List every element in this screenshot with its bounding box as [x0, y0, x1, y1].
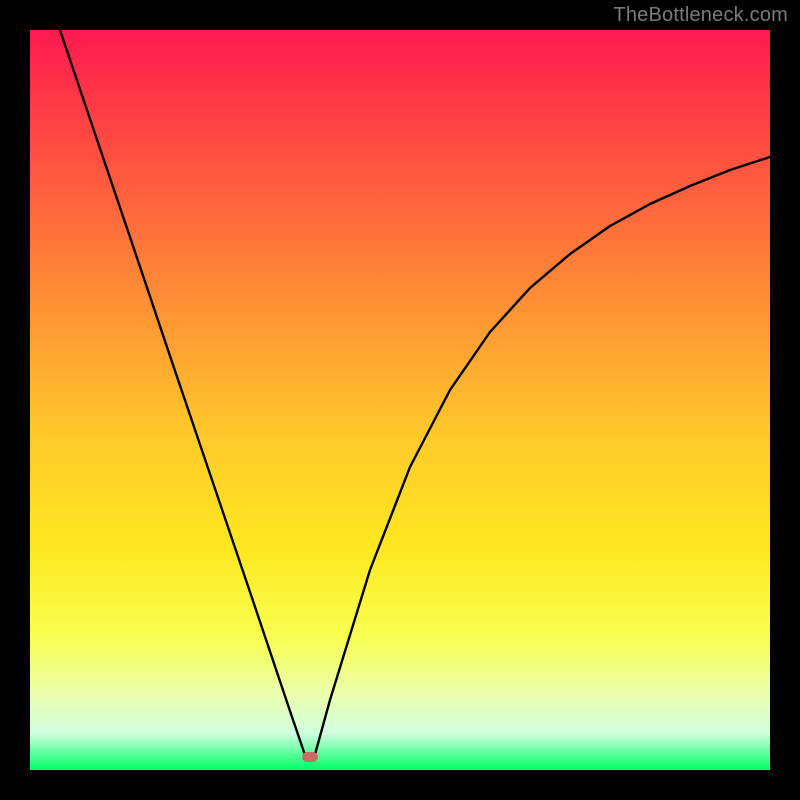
bottleneck-curve	[30, 30, 770, 770]
chart-plot-area	[30, 30, 770, 770]
watermark-text: TheBottleneck.com	[613, 4, 788, 27]
optimal-point-marker	[302, 752, 318, 762]
